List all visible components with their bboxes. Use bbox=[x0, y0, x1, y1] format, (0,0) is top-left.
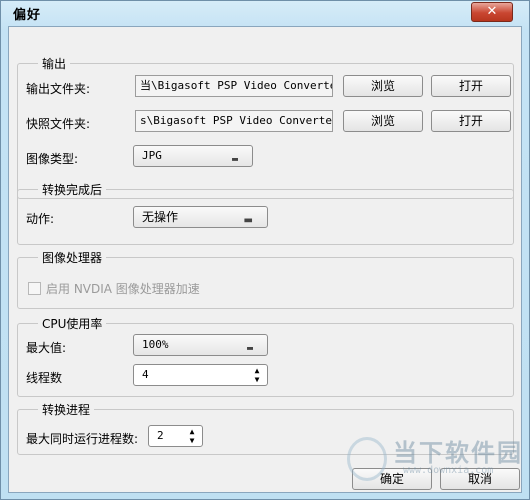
gpu-group: 图像处理器 启用 NVDIA 图像处理器加速 bbox=[17, 249, 514, 309]
watermark-url: www.downxia.com bbox=[403, 465, 494, 476]
action-value: 无操作 bbox=[142, 210, 179, 224]
window-title: 偏好 bbox=[13, 8, 42, 23]
cpu-max-label: 最大值: bbox=[26, 341, 67, 355]
watermark: 当下软件园 www.downxia.com bbox=[341, 431, 530, 491]
threads-value: 4 bbox=[142, 368, 149, 381]
after-convert-group-title: 转换完成后 bbox=[38, 181, 107, 198]
chevron-down-icon: ▬ bbox=[246, 343, 253, 354]
preferences-window: 偏好 ✕ 输出 输出文件夹: 当\Bigasoft PSP Video Conv… bbox=[0, 0, 530, 500]
image-type-label: 图像类型: bbox=[26, 152, 79, 166]
max-concurrent-value: 2 bbox=[157, 429, 164, 442]
output-group: 输出 输出文件夹: 当\Bigasoft PSP Video Converter… bbox=[17, 55, 514, 199]
snapshot-folder-label: 快照文件夹: bbox=[26, 117, 91, 131]
spinner-arrows-icon[interactable]: ▲ ▼ bbox=[184, 427, 200, 445]
browse-snapshot-button[interactable]: 浏览 bbox=[343, 110, 423, 132]
open-output-button[interactable]: 打开 bbox=[431, 75, 511, 97]
image-type-dropdown[interactable]: JPG ▬ bbox=[133, 145, 253, 167]
max-concurrent-spinner[interactable]: 2 ▲ ▼ bbox=[148, 425, 203, 447]
watermark-text: 当下软件园 bbox=[393, 439, 523, 467]
threads-spinner[interactable]: 4 ▲ ▼ bbox=[133, 364, 268, 386]
snapshot-folder-field[interactable]: s\Bigasoft PSP Video Converter bbox=[135, 110, 333, 132]
cpu-max-dropdown[interactable]: 100% ▬ bbox=[133, 334, 268, 356]
output-folder-label: 输出文件夹: bbox=[26, 82, 91, 96]
cpu-group: CPU使用率 最大值: 100% ▬ 线程数 4 ▲ ▼ bbox=[17, 315, 514, 397]
gpu-acceleration-label: 启用 NVDIA 图像处理器加速 bbox=[46, 282, 200, 296]
spinner-arrows-icon[interactable]: ▲ ▼ bbox=[249, 366, 265, 384]
browse-output-button[interactable]: 浏览 bbox=[343, 75, 423, 97]
watermark-logo-icon bbox=[347, 437, 387, 481]
chevron-down-icon: ▬ bbox=[243, 215, 253, 226]
open-snapshot-button[interactable]: 打开 bbox=[431, 110, 511, 132]
cpu-group-title: CPU使用率 bbox=[38, 315, 107, 332]
image-type-value: JPG bbox=[142, 149, 162, 162]
process-group-title: 转换进程 bbox=[38, 401, 95, 418]
title-bar[interactable]: 偏好 ✕ bbox=[1, 1, 529, 25]
output-group-title: 输出 bbox=[38, 55, 71, 72]
chevron-down-icon: ▬ bbox=[231, 154, 238, 165]
gpu-group-title: 图像处理器 bbox=[38, 249, 107, 266]
action-label: 动作: bbox=[26, 212, 55, 226]
gpu-acceleration-checkbox[interactable] bbox=[28, 282, 41, 295]
action-dropdown[interactable]: 无操作 ▬ bbox=[133, 206, 268, 228]
max-concurrent-label: 最大同时运行进程数: bbox=[26, 432, 139, 446]
threads-label: 线程数 bbox=[26, 371, 63, 385]
close-button[interactable]: ✕ bbox=[471, 2, 513, 22]
dialog-body: 输出 输出文件夹: 当\Bigasoft PSP Video Converter… bbox=[8, 26, 522, 493]
cpu-max-value: 100% bbox=[142, 338, 169, 351]
output-folder-field[interactable]: 当\Bigasoft PSP Video Converter bbox=[135, 75, 333, 97]
after-convert-group: 转换完成后 动作: 无操作 ▬ bbox=[17, 181, 514, 245]
